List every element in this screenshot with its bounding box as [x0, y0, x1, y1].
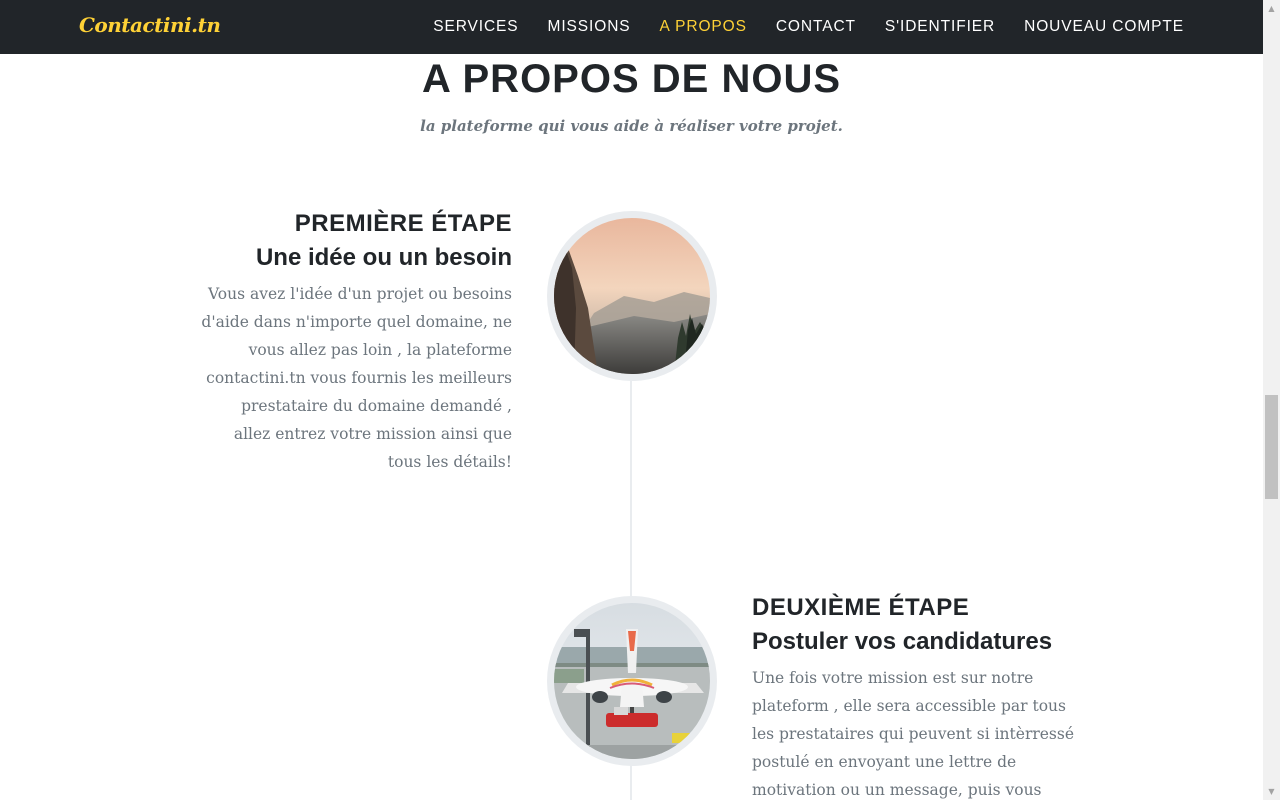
nav-link-login[interactable]: S'IDENTIFIER — [885, 18, 995, 35]
nav-link-services[interactable]: SERVICES — [433, 18, 518, 35]
nav-link-contact[interactable]: CONTACT — [776, 18, 856, 35]
step-1-number: PREMIÈRE ÉTAPE — [294, 210, 512, 237]
nav-link-a-propos[interactable]: A PROPOS — [660, 18, 747, 35]
nav-item-missions: MISSIONS — [548, 18, 631, 36]
airplane-airport-photo — [554, 603, 710, 759]
nav-item-login: S'IDENTIFIER — [885, 18, 995, 36]
page: Contactini.tn SERVICES MISSIONS A PROPOS… — [0, 0, 1280, 800]
nav-item-a-propos: A PROPOS — [660, 18, 747, 36]
timeline-image-step-1 — [547, 211, 717, 381]
timeline-image-step-2 — [547, 596, 717, 766]
step-1-body: Vous avez l'idée d'un projet ou besoins … — [201, 285, 512, 471]
section-heading: A PROPOS DE NOUS — [421, 57, 842, 101]
nav-item-register: NOUVEAU COMPTE — [1024, 18, 1184, 36]
step-1-heading: PREMIÈRE ÉTAPE Une idée ou un besoin — [170, 207, 512, 275]
nav-link-missions[interactable]: MISSIONS — [548, 18, 631, 35]
mountain-valley-photo — [554, 218, 710, 374]
page-scrollbar[interactable]: ▲ ▼ — [1263, 0, 1280, 800]
nav-item-services: SERVICES — [433, 18, 518, 36]
scroll-up-arrow-icon[interactable]: ▲ — [1263, 0, 1280, 17]
navbar: Contactini.tn SERVICES MISSIONS A PROPOS… — [0, 0, 1263, 54]
nav-item-contact: CONTACT — [776, 18, 856, 36]
brand-logo[interactable]: Contactini.tn — [79, 13, 221, 37]
step-2-heading: DEUXIÈME ÉTAPE Postuler vos candidatures — [752, 591, 1112, 659]
nav-link-register[interactable]: NOUVEAU COMPTE — [1024, 18, 1184, 35]
step-2-number: DEUXIÈME ÉTAPE — [752, 594, 970, 621]
step-1-title: Une idée ou un besoin — [255, 244, 512, 271]
scroll-thumb[interactable] — [1265, 395, 1278, 499]
step-2-body: Une fois votre mission est sur notre pla… — [752, 669, 1075, 799]
section-subheading: la plateforme qui vous aide à réaliser v… — [420, 117, 843, 135]
nav-menu: SERVICES MISSIONS A PROPOS CONTACT S'IDE… — [404, 0, 1184, 54]
step-2-title: Postuler vos candidatures — [752, 628, 1053, 655]
scroll-down-arrow-icon[interactable]: ▼ — [1263, 783, 1280, 800]
